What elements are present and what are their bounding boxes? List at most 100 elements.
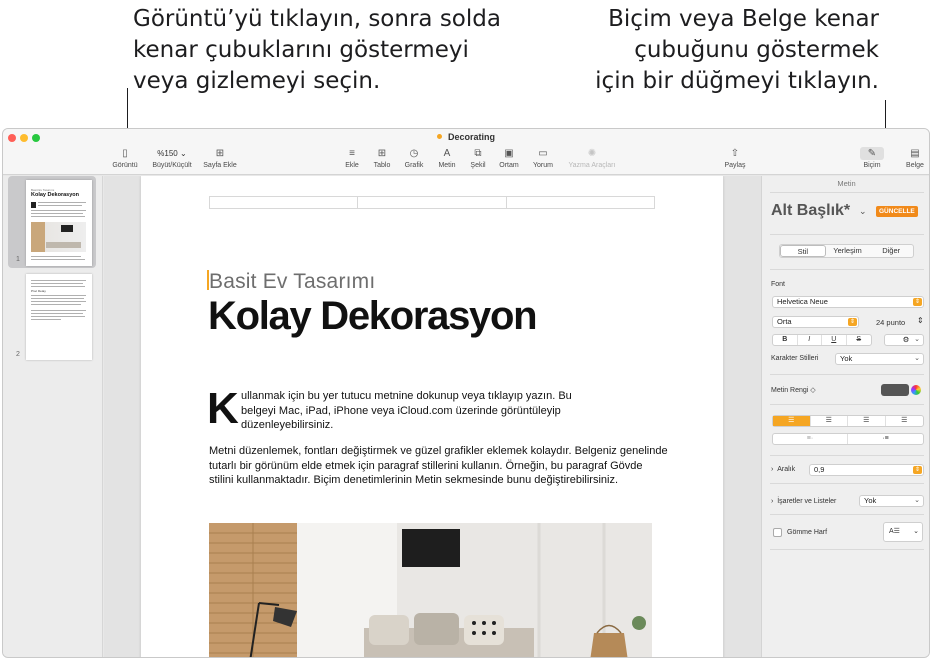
font-size-field[interactable]: 24 punto [876, 318, 905, 327]
add-page-button[interactable]: ⊞ Sayfa Ekle [201, 147, 239, 169]
comment-icon: ▭ [538, 148, 548, 159]
increase-indent-button[interactable]: ·≡ [848, 434, 923, 444]
page-number-1: 1 [16, 256, 20, 263]
text-options-button[interactable]: ⚙ ⌄ [884, 334, 924, 346]
header-fields[interactable] [209, 196, 655, 209]
align-right-button[interactable]: ☰ [848, 416, 886, 426]
dropcap-style-icon: A☰ [889, 528, 900, 535]
format-sidebar: Metin Alt Başlık* ⌄ GÜNCELLE Stil Yerleş… [761, 176, 929, 657]
chevron-down-icon[interactable]: ⌄ [859, 206, 867, 217]
page-thumbnail-2[interactable]: Proc Detay [26, 274, 92, 360]
text-color-label: Metin Rengi ◇ [771, 387, 816, 394]
toolbar: Decorating ▯ Görüntü %150 ⌄ Büyüt/Küçült… [3, 129, 929, 175]
format-button[interactable]: ✎ Biçim [860, 147, 884, 169]
text-color-well[interactable] [881, 384, 909, 396]
bullets-disclosure[interactable]: › İşaretler ve Listeler [771, 498, 836, 505]
page-thumbnails-sidebar: Basit Ev Tasarımı Kolay Dekorasyon 1 Pro… [3, 176, 103, 657]
text-box-icon: A [443, 148, 451, 159]
para1-line3: düzenleyebilirsiniz. [241, 419, 334, 432]
chart-button[interactable]: ◷ Grafik [403, 147, 425, 169]
shape-label: Şekil [470, 162, 486, 169]
drop-cap[interactable]: K [207, 387, 239, 431]
share-button[interactable]: ⇧ Paylaş [723, 147, 747, 169]
tab-more[interactable]: Diğer [869, 245, 913, 257]
insert-button[interactable]: ≡ Ekle [343, 147, 361, 169]
document-label: Belge [906, 162, 924, 169]
document-canvas[interactable]: Basit Ev Tasarımı Kolay Dekorasyon K ull… [104, 176, 761, 657]
pages-window: Decorating ▯ Görüntü %150 ⌄ Büyüt/Küçült… [2, 128, 930, 658]
update-style-button[interactable]: GÜNCELLE [876, 206, 918, 217]
document-subtitle[interactable]: Basit Ev Tasarımı [209, 270, 375, 294]
sidebar-tabs: Stil Yerleşim Diğer [779, 244, 914, 258]
dropcap-checkbox[interactable] [773, 528, 782, 537]
color-wheel-icon[interactable] [911, 385, 921, 395]
media-button[interactable]: ▣ Ortam [497, 147, 521, 169]
body-paragraph-2[interactable]: Metni düzenlemek, fontları değiştirmek v… [209, 444, 669, 488]
bullets-select[interactable]: Yok ⌄ [859, 495, 924, 507]
dropcap-style-select[interactable]: A☰ ⌄ [883, 522, 923, 542]
table-label: Tablo [373, 162, 391, 169]
text-button[interactable]: A Metin [436, 147, 458, 169]
align-center-button[interactable]: ☰ [811, 416, 848, 426]
paragraph-style-name[interactable]: Alt Başlık* [771, 202, 850, 220]
sidebar-icon: ▯ [122, 148, 128, 159]
format-label: Biçim [863, 162, 881, 169]
living-room-image [209, 523, 652, 657]
share-label: Paylaş [724, 162, 746, 169]
character-styles-select[interactable]: Yok ⌄ [835, 353, 924, 365]
document-page[interactable]: Basit Ev Tasarımı Kolay Dekorasyon K ull… [141, 176, 723, 657]
insert-label: Ekle [345, 162, 359, 169]
italic-button[interactable]: I [798, 335, 822, 345]
tab-layout[interactable]: Yerleşim [826, 245, 870, 257]
view-button[interactable]: ▯ Görüntü [111, 147, 139, 169]
zoom-button[interactable]: %150 ⌄ Büyüt/Küçült [147, 147, 197, 169]
decrease-indent-button[interactable]: ≡· [773, 434, 848, 444]
justify-button[interactable]: ☰ [886, 416, 923, 426]
share-icon: ⇧ [730, 148, 740, 159]
font-name-select[interactable]: Helvetica Neue ⇕ [772, 296, 924, 308]
media-label: Ortam [499, 162, 519, 169]
para1-line1: ullanmak için bu yer tutucu metnine doku… [241, 390, 572, 402]
sidebar-header: Metin [837, 179, 856, 188]
body-paragraph-1[interactable]: ullanmak için bu yer tutucu metnine doku… [241, 389, 661, 433]
shape-icon: ⧉ [474, 148, 482, 159]
document-button[interactable]: ▤ Belge [903, 147, 927, 169]
table-button[interactable]: ⊞ Tablo [371, 147, 393, 169]
insert-icon: ≡ [349, 148, 355, 159]
align-left-button[interactable]: ☰ [773, 416, 811, 426]
page-thumbnail-1[interactable]: Basit Ev Tasarımı Kolay Dekorasyon [26, 180, 92, 266]
edited-dot-icon [436, 134, 442, 139]
spacing-select[interactable]: 0,9 ⇕ [809, 464, 924, 476]
thumb-dropcap [31, 202, 36, 208]
text-label: Metin [438, 162, 456, 169]
view-label: Görüntü [112, 162, 138, 169]
comment-label: Yorum [533, 162, 553, 169]
shape-button[interactable]: ⧉ Şekil [467, 147, 489, 169]
document-title[interactable]: Kolay Dekorasyon [208, 294, 538, 339]
tab-style[interactable]: Stil [780, 245, 826, 257]
writing-tools-button[interactable]: ✺ Yazma Araçları [566, 147, 618, 169]
spacing-disclosure[interactable]: › Aralık [771, 466, 795, 473]
table-icon: ⊞ [377, 148, 387, 159]
para1-line2: belgeyi Mac, iPad, iPhone veya iCloud.co… [241, 404, 561, 417]
photo-icon: ▣ [504, 148, 514, 159]
writing-tools-icon: ✺ [587, 148, 597, 159]
font-weight-select[interactable]: Orta ⇕ [772, 316, 859, 328]
thumb-photo [31, 222, 86, 252]
dropcap-label: Gömme Harf [787, 529, 828, 536]
font-size-stepper[interactable]: ⇕ [917, 316, 924, 325]
callout-leader-right [885, 100, 886, 130]
thumb-title: Kolay Dekorasyon [31, 192, 79, 198]
text-style-buttons: B I U S [772, 334, 872, 346]
zoom-label: Büyüt/Küçült [152, 162, 192, 169]
comment-button[interactable]: ▭ Yorum [530, 147, 556, 169]
alignment-buttons: ☰ ☰ ☰ ☰ [772, 415, 924, 427]
plus-square-icon: ⊞ [215, 148, 225, 159]
bold-button[interactable]: B [773, 335, 798, 345]
underline-button[interactable]: U [822, 335, 847, 345]
gear-icon: ⚙ [902, 335, 910, 344]
living-room-photo[interactable] [209, 523, 652, 657]
callout-view-instruction: Görüntü’yü tıklayın, sonra solda kenar ç… [133, 6, 501, 94]
strikethrough-button[interactable]: S [847, 335, 871, 345]
chart-icon: ◷ [409, 148, 419, 159]
